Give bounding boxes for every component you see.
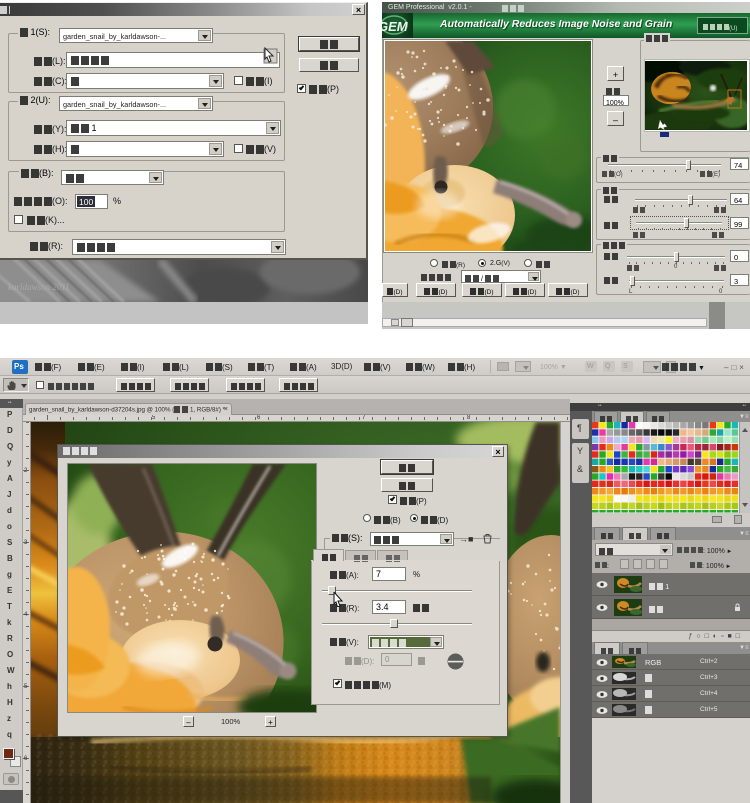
svg-text:GEM: GEM — [382, 19, 409, 34]
svg-text:karldawson 2011: karldawson 2011 — [8, 282, 70, 292]
